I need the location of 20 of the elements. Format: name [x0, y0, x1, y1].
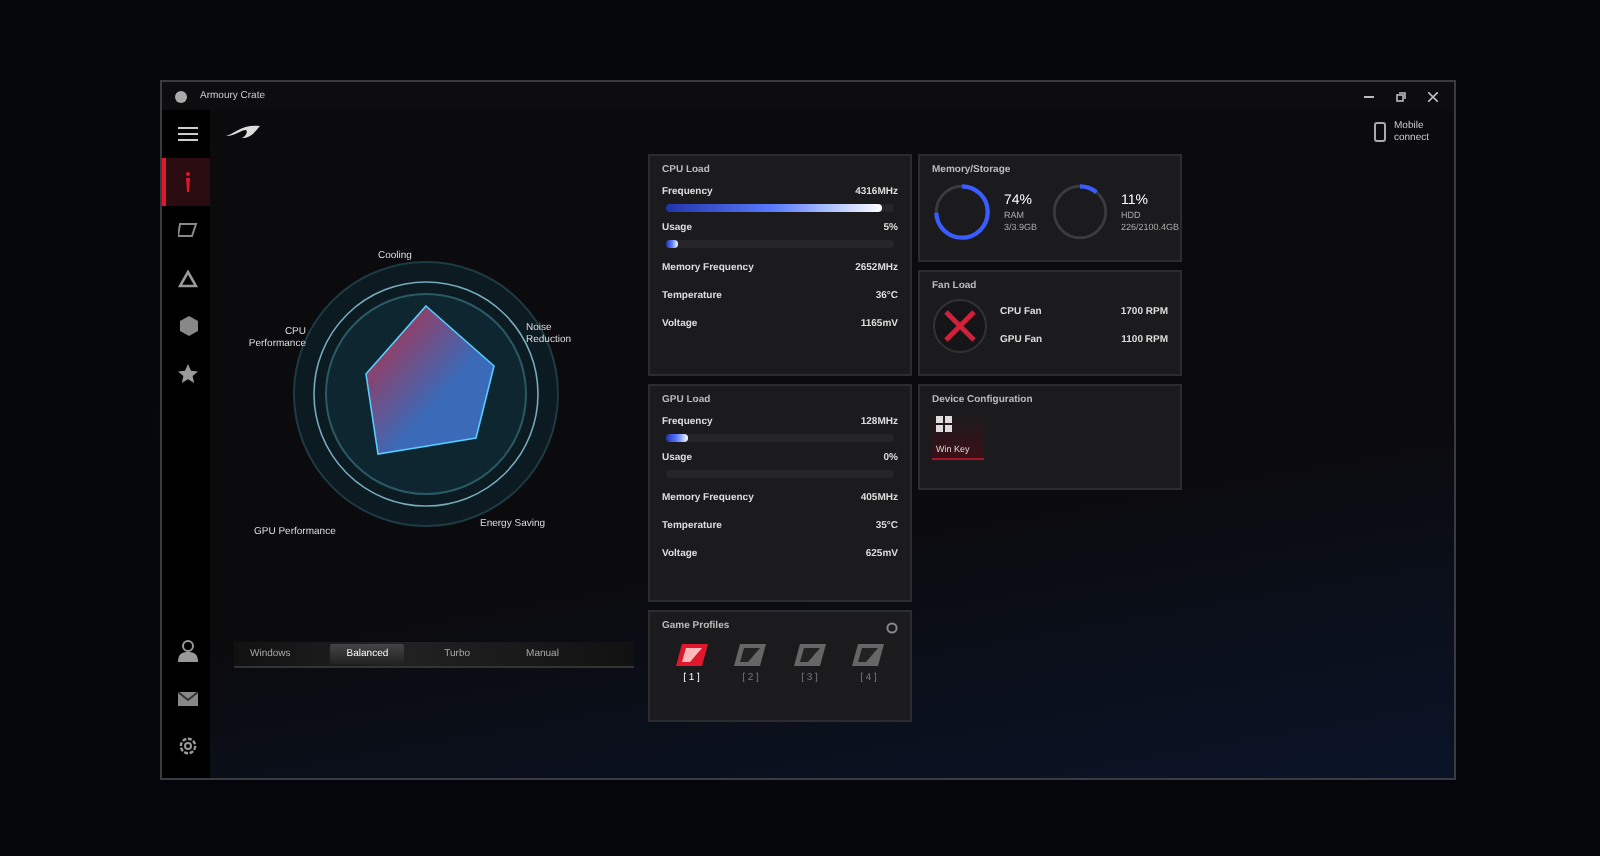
game-profile-icon	[852, 644, 885, 666]
game-profile-icon	[793, 644, 826, 666]
info-icon	[184, 172, 192, 192]
game-profile-icon	[675, 644, 708, 666]
user-icon	[178, 639, 198, 661]
maximize-button[interactable]	[1390, 91, 1410, 101]
close-button[interactable]	[1422, 91, 1442, 101]
triangle-icon	[178, 269, 198, 287]
restore-icon	[1395, 91, 1405, 101]
close-icon	[1427, 91, 1437, 101]
mail-icon	[178, 691, 198, 705]
info-nav-button[interactable]	[162, 158, 210, 206]
game-profile-icon	[734, 644, 767, 666]
minimize-icon	[1363, 95, 1373, 97]
windows-icon	[936, 416, 952, 432]
phone-icon	[1374, 122, 1386, 142]
menu-icon	[178, 126, 198, 142]
star-icon	[178, 364, 198, 384]
fan-icon	[932, 298, 988, 354]
minimize-button[interactable]	[1358, 95, 1378, 97]
